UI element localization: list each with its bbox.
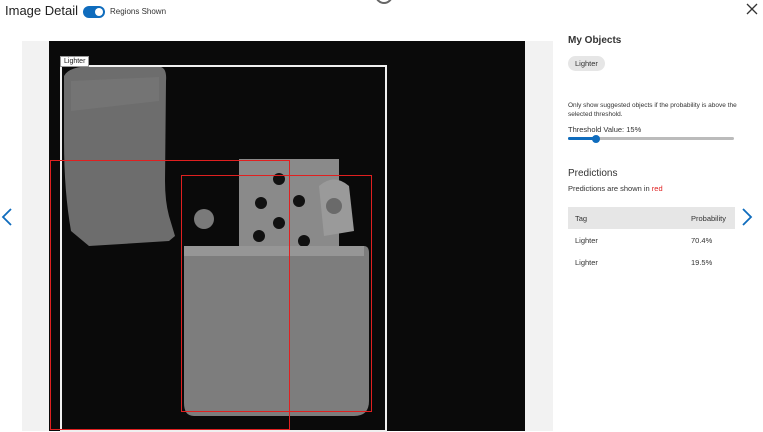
regions-toggle[interactable] <box>83 6 105 18</box>
chevron-right-icon[interactable] <box>740 207 754 227</box>
regions-toggle-label: Regions Shown <box>110 7 167 16</box>
row-probability: 70.4% <box>691 235 713 245</box>
object-chip[interactable]: Lighter <box>568 56 605 71</box>
table-header: Tag Probability <box>568 207 735 229</box>
table-row[interactable]: Lighter 19.5% <box>568 251 735 273</box>
my-objects-heading: My Objects <box>568 35 622 46</box>
toggle-knob <box>95 8 103 16</box>
close-icon[interactable] <box>745 2 759 16</box>
threshold-label: Threshold Value: 15% <box>568 125 642 134</box>
predictions-heading: Predictions <box>568 168 618 179</box>
column-header-probability: Probability <box>691 213 727 223</box>
predictions-note-text: Predictions are shown in <box>568 184 652 193</box>
page-title: Image Detail <box>5 3 78 18</box>
prediction-region-box[interactable] <box>181 175 372 412</box>
row-tag: Lighter <box>575 257 598 267</box>
column-header-tag: Tag <box>575 213 588 223</box>
threshold-note: Only show suggested objects if the proba… <box>568 102 737 118</box>
row-tag: Lighter <box>575 235 598 245</box>
threshold-slider-thumb[interactable] <box>592 135 600 143</box>
partial-top-icon <box>375 0 393 4</box>
region-label: Lighter <box>60 56 90 67</box>
chevron-left-icon[interactable] <box>0 207 14 227</box>
predictions-note: Predictions are shown in red <box>568 184 663 193</box>
table-row[interactable]: Lighter 70.4% <box>568 229 735 251</box>
predictions-table: Tag Probability Lighter 70.4% Lighter 19… <box>568 207 735 273</box>
row-probability: 19.5% <box>691 257 713 267</box>
predictions-note-color: red <box>651 184 663 193</box>
